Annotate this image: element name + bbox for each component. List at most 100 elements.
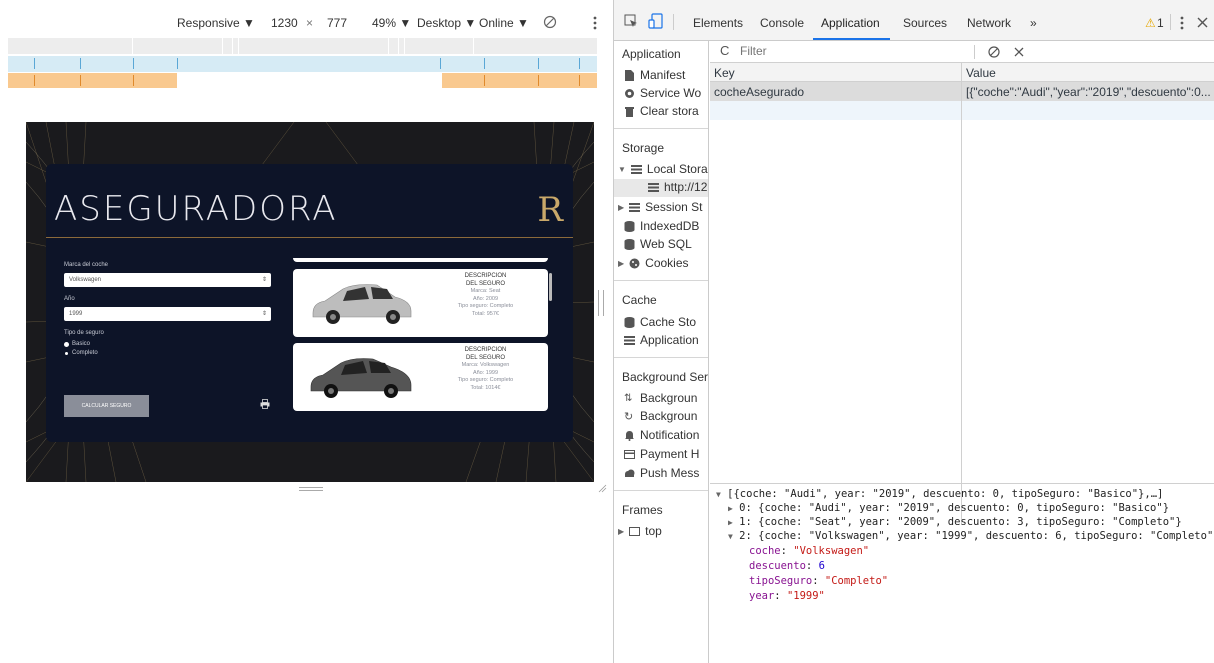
collapsed-arrow-icon: ▶ — [728, 518, 733, 527]
tab-elements[interactable]: Elements — [693, 16, 743, 30]
filter-input[interactable] — [740, 44, 970, 58]
sidebar-item-application-cache[interactable]: Application — [624, 333, 699, 347]
grid-icon — [648, 182, 659, 192]
section-frames: Frames — [622, 503, 663, 517]
sidebar-item-web-sql[interactable]: Web SQL — [624, 237, 692, 251]
media-query-bar-max-width[interactable] — [8, 38, 597, 54]
tab-sources[interactable]: Sources — [903, 16, 947, 30]
section-storage: Storage — [622, 141, 665, 155]
more-options-icon[interactable] — [593, 16, 597, 30]
column-header-key[interactable]: Key — [714, 66, 735, 80]
grid-icon — [629, 202, 641, 212]
desc-total: Total: 1014€ — [470, 384, 501, 391]
viewport-area: ASEGURADORA R Marca del coche Volkswagen… — [0, 88, 613, 663]
tab-console[interactable]: Console — [760, 16, 804, 30]
media-query-bar-min-width[interactable] — [8, 73, 597, 89]
throttle-select[interactable]: Online ▼ — [479, 16, 529, 30]
table-row-empty[interactable] — [710, 101, 1214, 120]
viewport-width-handle[interactable] — [598, 290, 604, 316]
radio-icon — [64, 341, 69, 347]
more-tabs-button[interactable]: » — [1030, 16, 1037, 30]
viewport-height-handle[interactable] — [299, 487, 323, 491]
sidebar-item-payment-handler[interactable]: Payment H — [624, 447, 699, 461]
delete-selected-icon[interactable] — [1014, 47, 1024, 57]
media-query-bars — [8, 38, 597, 89]
warning-icon[interactable]: ⚠ — [1145, 16, 1156, 30]
calcular-seguro-button[interactable]: CALCULAR SEGURO — [64, 395, 149, 417]
height-field[interactable]: 777 — [327, 16, 347, 30]
sidebar-item-label: IndexedDB — [640, 219, 700, 233]
inspect-element-icon[interactable] — [624, 14, 638, 28]
cookie-icon — [629, 258, 640, 268]
section-background-services: Background Serv — [622, 370, 709, 384]
storage-view: C Key Value cocheAsegurado [{"coche":"Au… — [710, 41, 1214, 663]
clear-all-icon[interactable] — [988, 46, 1000, 58]
column-header-value[interactable]: Value — [966, 66, 996, 80]
rotate-icon[interactable] — [543, 15, 557, 29]
sidebar-item-manifest[interactable]: Manifest — [624, 68, 685, 82]
mode-select[interactable]: Desktop ▼ — [417, 16, 476, 30]
app-title: ASEGURADORA — [54, 189, 338, 229]
prop-key: descuento — [749, 560, 806, 572]
device-select[interactable]: Responsive ▼ — [177, 16, 255, 30]
preview-item-text: 0: {coche: "Audi", year: "2019", descuen… — [739, 502, 1170, 514]
sidebar-item-frame-top[interactable]: ▶ top — [618, 524, 662, 538]
sidebar-item-service-workers[interactable]: Service Wo — [624, 86, 701, 100]
sidebar-item-label: Service Wo — [640, 86, 702, 100]
tab-network[interactable]: Network — [967, 16, 1011, 30]
result-description: DESCRIPCION DEL SEGURO Marca: Seat Año: … — [433, 273, 538, 319]
print-icon[interactable] — [260, 399, 270, 409]
database-icon — [624, 220, 635, 232]
media-query-bar-min-max[interactable] — [8, 56, 597, 72]
sidebar-item-background-fetch[interactable]: ⇅ Backgroun — [624, 391, 697, 405]
year-value: 1999 — [69, 311, 83, 317]
column-divider[interactable] — [961, 63, 962, 524]
sidebar-item-clear-storage[interactable]: Clear stora — [624, 104, 699, 118]
desc-subheading: DEL SEGURO — [465, 354, 506, 361]
desc-heading: DESCRIPCION — [464, 347, 507, 353]
year-select[interactable]: 1999 ⇕ — [64, 307, 271, 321]
active-tab-indicator — [813, 38, 890, 40]
preview-item-2[interactable]: ▼ 2: {coche: "Volkswagen", year: "1999",… — [728, 530, 1214, 542]
preview-summary[interactable]: ▼ [{coche: "Audi", year: "2019", descuen… — [716, 488, 1163, 500]
table-row[interactable]: cocheAsegurado [{"coche":"Audi","year":"… — [710, 82, 1214, 101]
result-description: DESCRIPCION DEL SEGURO Marca: Volkswagen… — [433, 347, 538, 393]
sidebar-item-notifications[interactable]: Notification — [624, 428, 699, 442]
radio-basico[interactable]: Basico — [64, 341, 279, 347]
sidebar-item-local-storage[interactable]: ▼ Local Stora — [618, 162, 708, 176]
width-field[interactable]: 1230 — [271, 16, 298, 30]
database-icon — [624, 238, 635, 250]
sidebar-item-local-origin[interactable]: http://12 — [648, 180, 707, 194]
year-label: Año — [64, 296, 75, 302]
zoom-select[interactable]: 49% ▼ — [372, 16, 411, 30]
resize-corner-icon[interactable] — [597, 483, 607, 493]
radio-completo-label: Completo — [72, 350, 98, 356]
frame-icon — [629, 526, 641, 536]
radio-completo[interactable]: Completo — [64, 350, 279, 356]
sidebar-item-session-storage[interactable]: ▶ Session St — [618, 200, 703, 214]
brand-logo: R — [537, 190, 563, 230]
close-icon[interactable] — [1197, 17, 1208, 28]
grid-icon — [624, 335, 635, 345]
sidebar-item-label: Application — [640, 333, 699, 347]
grid-icon — [630, 164, 642, 174]
preview-item-0[interactable]: ▶ 0: {coche: "Audi", year: "2019", descu… — [728, 502, 1169, 514]
warning-count[interactable]: 1 — [1157, 16, 1164, 30]
sidebar-item-label: Backgroun — [640, 391, 698, 405]
preview-item-1[interactable]: ▶ 1: {coche: "Seat", year: "2009", descu… — [728, 516, 1182, 528]
sidebar-item-cache-storage[interactable]: Cache Sto — [624, 315, 696, 329]
marca-select[interactable]: Volkswagen ⇕ — [64, 273, 271, 287]
sidebar-item-cookies[interactable]: ▶ Cookies — [618, 256, 689, 270]
prop-value: 6 — [818, 560, 825, 572]
refresh-icon[interactable]: C — [720, 43, 729, 58]
filter-bar: C — [710, 41, 1214, 63]
results-scrollbar[interactable] — [549, 273, 552, 301]
sidebar-item-background-sync[interactable]: ↻ Backgroun — [624, 409, 697, 423]
prop-key: year — [749, 590, 775, 602]
sidebar-item-indexeddb[interactable]: IndexedDB — [624, 219, 699, 233]
device-toolbar-icon[interactable] — [648, 13, 664, 29]
sidebar-item-push-messaging[interactable]: Push Mess — [624, 466, 699, 480]
sidebar-item-label: Push Mess — [640, 466, 700, 480]
devtools-menu-icon[interactable] — [1180, 16, 1184, 30]
tab-application[interactable]: Application — [821, 16, 880, 30]
